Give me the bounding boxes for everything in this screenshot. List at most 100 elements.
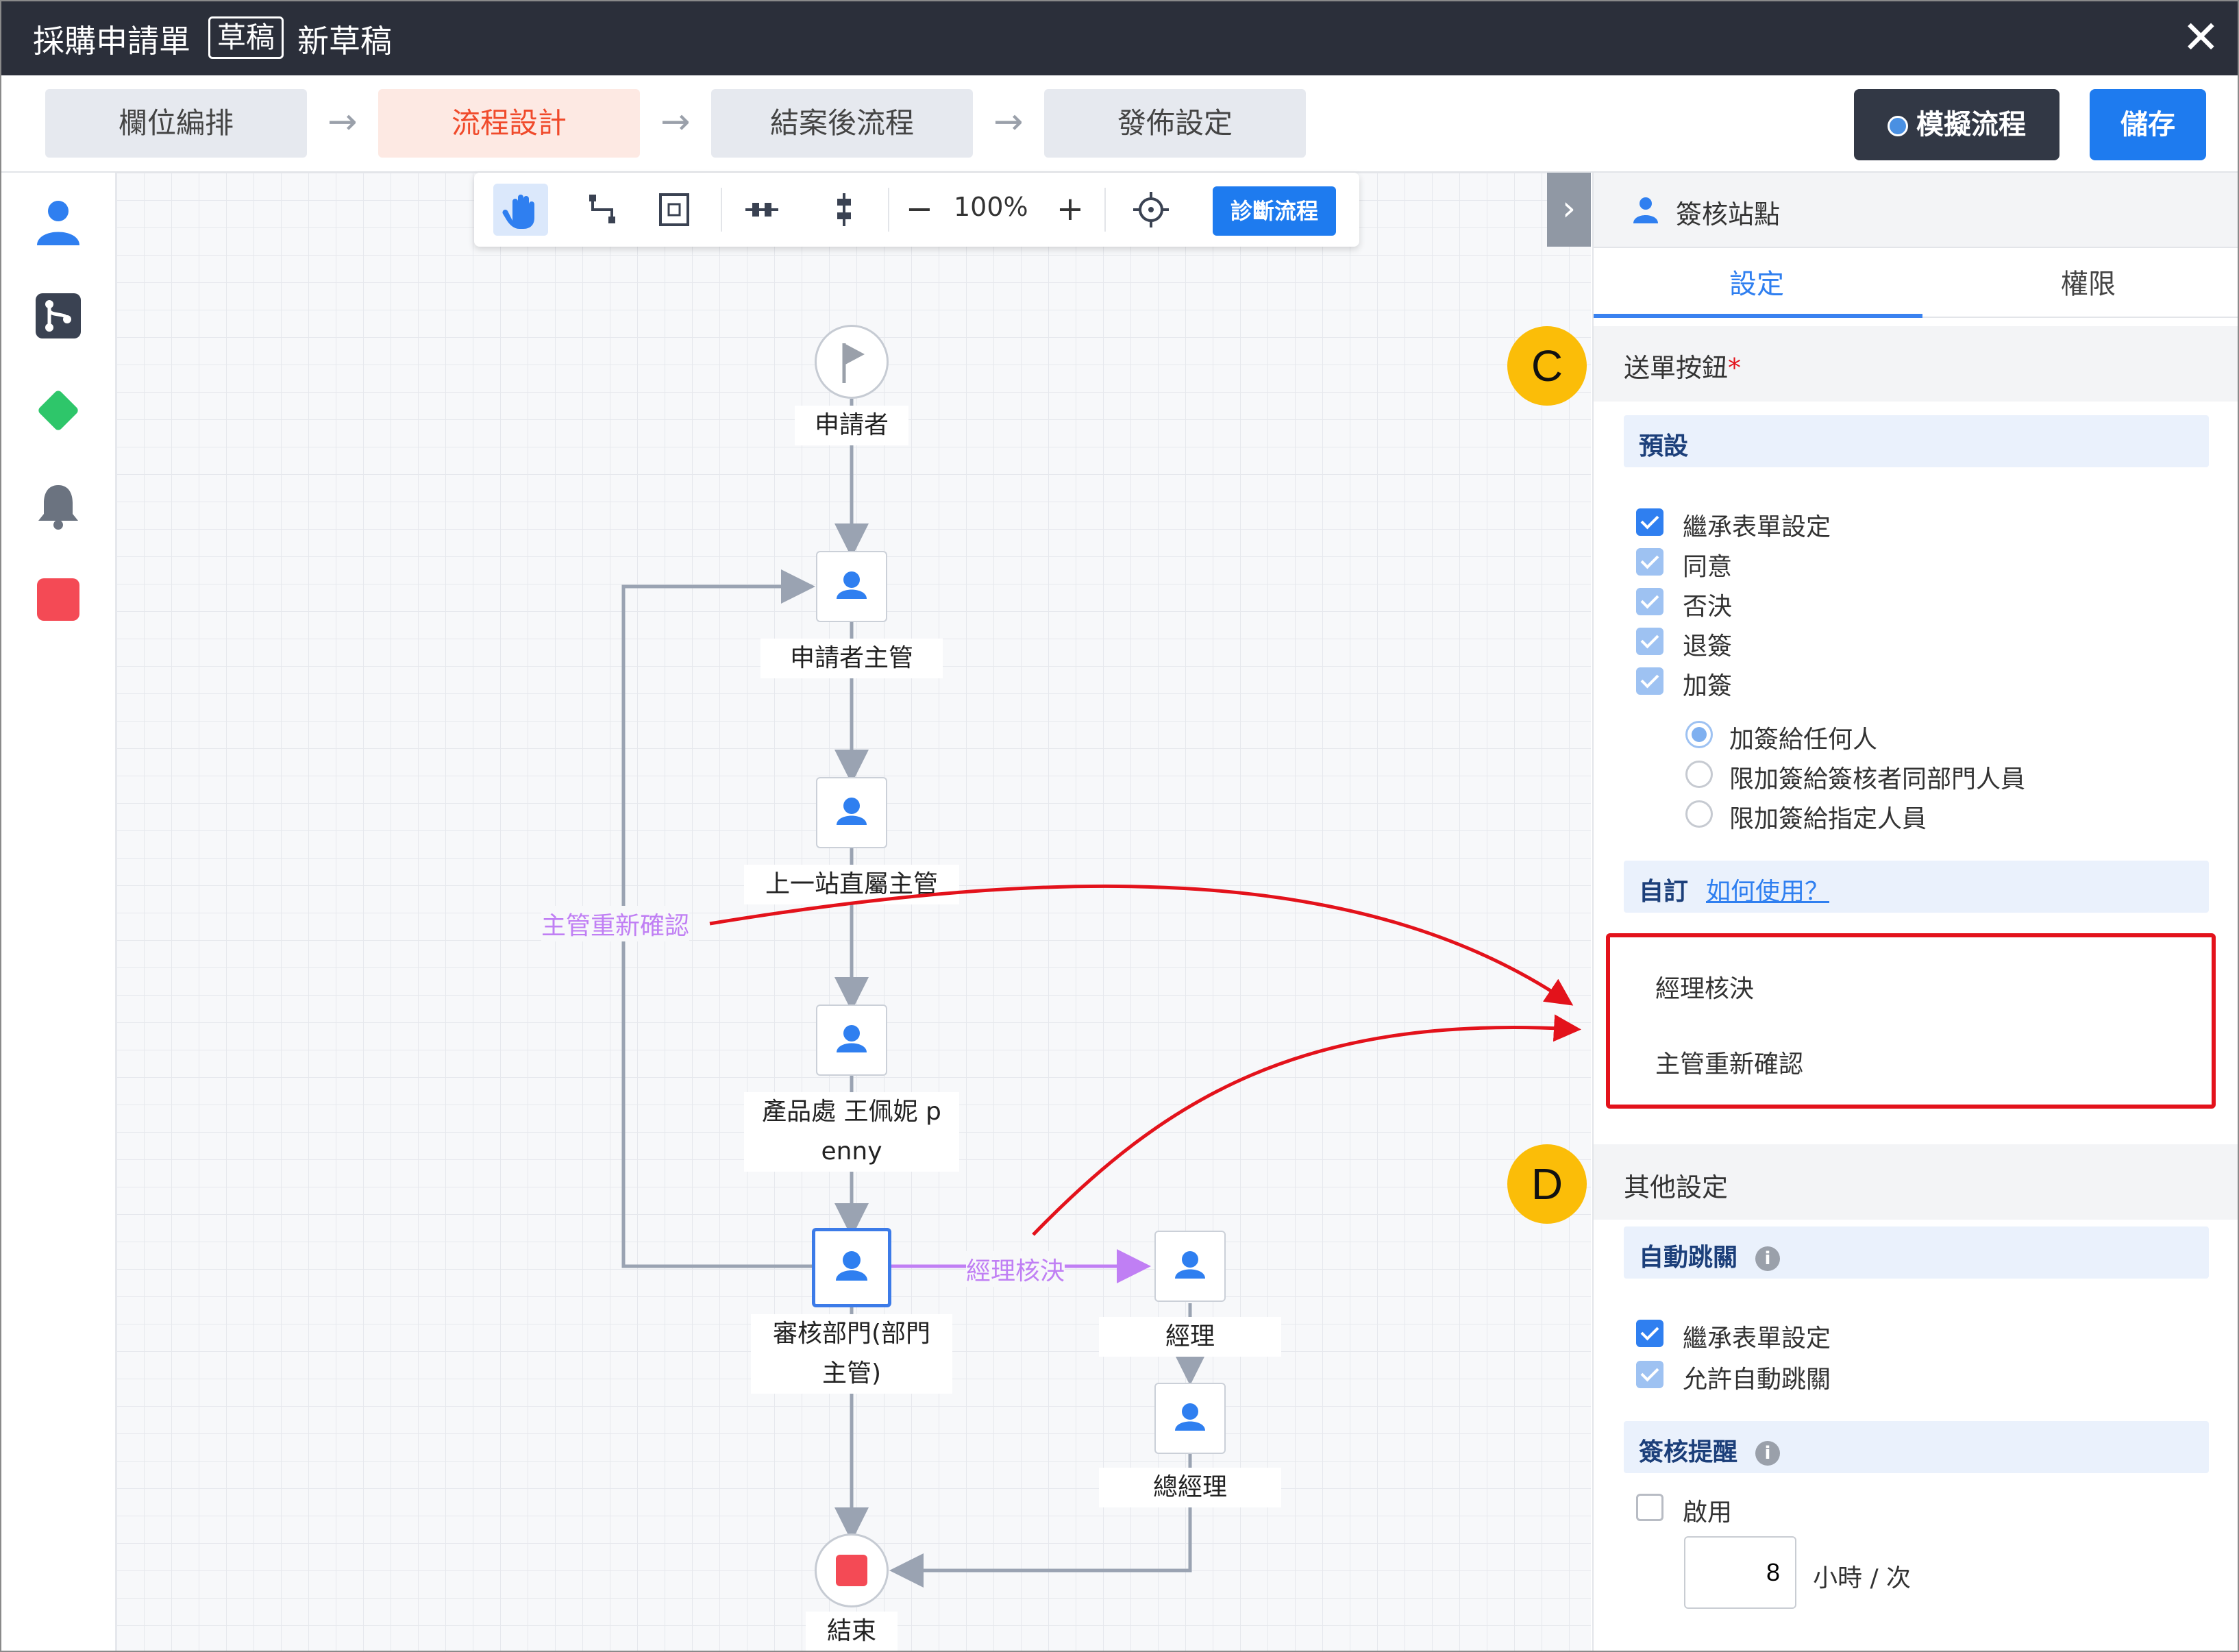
required-mark: *: [1728, 353, 1742, 383]
flow-node-approver[interactable]: [1154, 1231, 1226, 1302]
tab-settings[interactable]: 設定: [1729, 262, 1784, 301]
canvas-toolbar: − 100% + 診斷流程: [474, 173, 1359, 247]
step-publish-settings[interactable]: 發佈設定: [1044, 89, 1306, 158]
flow-node-label: 審核部門(部門 主管): [751, 1314, 952, 1394]
checkbox-label: 允許自動跳關: [1683, 1366, 1831, 1394]
group-title-text: 簽核提醒: [1639, 1438, 1738, 1466]
annotation-marker-d: D: [1507, 1144, 1587, 1224]
tab-permissions[interactable]: 權限: [2061, 262, 2116, 301]
custom-button-recheck[interactable]: 主管重新確認: [1655, 1044, 1803, 1080]
tab-active-indicator: [1594, 314, 1922, 318]
checkbox-label: 啟用: [1683, 1499, 1733, 1527]
step-flow-design[interactable]: 流程設計: [378, 89, 640, 158]
hand-icon[interactable]: [493, 184, 548, 236]
section-title: 送單按鈕*: [1624, 347, 1741, 384]
diamond-icon[interactable]: [33, 385, 84, 436]
checkbox-label: 繼承表單設定: [1683, 1324, 1831, 1353]
group-title: 預設: [1639, 432, 1689, 460]
end-node[interactable]: [815, 1533, 889, 1607]
checkbox-inherit-form[interactable]: [1636, 508, 1663, 536]
start-node-label: 申請者: [795, 406, 908, 445]
info-icon[interactable]: i: [1755, 1246, 1781, 1271]
branch-icon[interactable]: [33, 291, 84, 341]
connector-icon[interactable]: [576, 184, 630, 236]
flag-icon: [842, 343, 865, 383]
section-header-submit-buttons: 送單按鈕*: [1594, 326, 2238, 402]
step-bar: 欄位編排 → 流程設計 → 結案後流程 → 發佈設定 模擬流程 儲存: [1, 75, 2238, 173]
panel-title: 簽核站點: [1676, 199, 1781, 230]
custom-button-manager-decision[interactable]: 經理核決: [1655, 969, 1754, 1004]
flow-node-approver[interactable]: [816, 1004, 887, 1076]
align-vertical-icon[interactable]: [817, 184, 871, 236]
step-arrow-icon: →: [660, 101, 691, 143]
simulate-flow-button[interactable]: 模擬流程: [1854, 89, 2059, 160]
checkbox-return[interactable]: [1636, 628, 1663, 655]
panel-header: 簽核站點: [1594, 173, 2238, 248]
custom-buttons-highlight: 經理核決 主管重新確認: [1606, 933, 2216, 1109]
edge-label-recheck[interactable]: 主管重新確認: [541, 906, 690, 941]
toolbar-separator: [888, 188, 889, 232]
radio-label: 限加簽給指定人員: [1729, 805, 1927, 833]
radio-label: 限加簽給簽核者同部門人員: [1729, 765, 2026, 793]
diagnose-flow-button[interactable]: 診斷流程: [1213, 186, 1336, 236]
collapse-panel-button[interactable]: ›: [1547, 173, 1591, 247]
flow-node-approver-selected[interactable]: [812, 1228, 891, 1307]
radio-add-specified[interactable]: [1685, 800, 1713, 828]
start-node[interactable]: [815, 325, 889, 399]
step-field-layout[interactable]: 欄位編排: [45, 89, 307, 158]
stop-icon[interactable]: [33, 574, 84, 625]
step-post-close-flow[interactable]: 結案後流程: [711, 89, 973, 158]
section-header-other-settings: 其他設定: [1594, 1144, 2238, 1220]
annotation-marker-c: C: [1507, 326, 1587, 406]
flow-node-approver[interactable]: [816, 551, 887, 622]
user-icon[interactable]: [33, 196, 84, 247]
user-icon: [1633, 197, 1658, 223]
flow-node-approver[interactable]: [816, 777, 887, 848]
flow-node-label: 總經理: [1099, 1468, 1281, 1507]
user-icon: [837, 798, 867, 825]
flow-node-label: 上一站直屬主管: [744, 865, 959, 904]
checkbox-approve[interactable]: [1636, 548, 1663, 576]
checkbox-inherit-form[interactable]: [1636, 1320, 1663, 1347]
section-title: 其他設定: [1624, 1172, 1729, 1203]
reminder-hours-input[interactable]: [1684, 1536, 1796, 1609]
zoom-out-button[interactable]: −: [899, 185, 940, 233]
group-custom: 自訂 如何使用？: [1624, 861, 2209, 913]
node-settings-panel: 簽核站點 設定 權限 送單按鈕* 預設 繼承表單設定 同意 否決 退簽 加簽 加…: [1592, 173, 2238, 1651]
save-button[interactable]: 儲存: [2090, 89, 2206, 160]
bell-icon[interactable]: [33, 480, 84, 530]
group-default: 預設: [1624, 415, 2209, 467]
flow-node-label-line: enny: [821, 1137, 882, 1166]
checkbox-reject[interactable]: [1636, 588, 1663, 615]
group-auto-skip: 自動跳關 i: [1624, 1226, 2209, 1279]
flow-node-label: 申請者主管: [760, 639, 943, 678]
checkbox-label: 退簽: [1683, 632, 1733, 661]
flow-node-label-line: 產品處 王佩妮 p: [762, 1098, 941, 1126]
zoom-in-button[interactable]: +: [1050, 185, 1091, 233]
info-icon[interactable]: i: [1755, 1441, 1781, 1466]
flow-node-label: 經理: [1099, 1317, 1281, 1357]
radio-add-anyone[interactable]: [1685, 721, 1713, 748]
status-badge: 草稿: [208, 16, 284, 59]
align-horizontal-icon[interactable]: [734, 184, 789, 236]
checkbox-add-signer[interactable]: [1636, 667, 1663, 695]
radio-add-same-dept[interactable]: [1685, 761, 1713, 788]
simulate-label: 模擬流程: [1916, 109, 2026, 140]
checkbox-allow-auto-skip[interactable]: [1636, 1361, 1663, 1388]
reminder-unit: 小時 / 次: [1813, 1564, 1912, 1592]
stop-icon: [836, 1555, 867, 1586]
group-title: 自動跳關 i: [1639, 1237, 1781, 1273]
title-bar: 採購申請單 草稿 新草稿 ✕: [1, 1, 2238, 75]
how-to-use-link[interactable]: 如何使用？: [1706, 872, 1829, 907]
checkbox-label: 加簽: [1683, 672, 1733, 700]
edge-label-manager-decision[interactable]: 經理核決: [966, 1251, 1065, 1287]
frame-icon[interactable]: [647, 184, 702, 236]
toolbar-separator: [721, 188, 722, 232]
checkbox-enable-reminder[interactable]: [1636, 1494, 1663, 1521]
group-title: 簽核提醒 i: [1639, 1432, 1781, 1468]
crosshair-icon[interactable]: [1124, 184, 1178, 236]
flow-canvas[interactable]: 主管重新確認 經理核決 申請者 申請者主管 上一站直屬主管 產品處 王佩妮 p …: [116, 173, 1591, 1651]
group-title-text: 自動跳關: [1639, 1244, 1738, 1272]
close-icon[interactable]: ✕: [2182, 11, 2220, 64]
flow-node-approver[interactable]: [1154, 1383, 1226, 1454]
